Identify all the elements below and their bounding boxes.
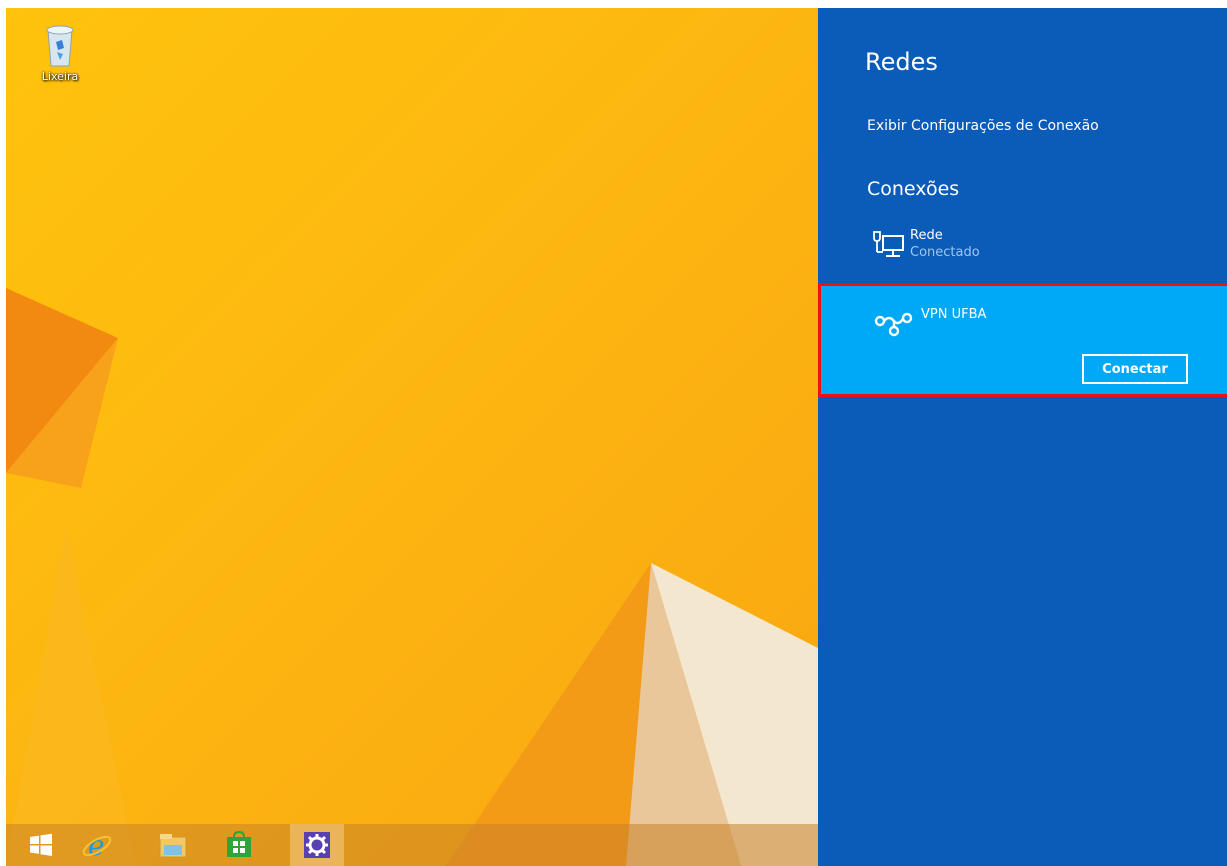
connection-item-rede[interactable]: Rede Conectado <box>867 226 1207 274</box>
settings-gear-icon <box>304 832 330 858</box>
recycle-bin-label: Lixeira <box>41 70 79 83</box>
vpn-icon <box>873 309 915 339</box>
screen: Lixeira e Redes Exibir Configurações de … <box>6 8 1227 866</box>
taskbar: e <box>6 824 818 866</box>
settings-button[interactable] <box>290 824 344 866</box>
connection-item-vpn-ufba[interactable]: VPN UFBA Conectar <box>818 283 1227 397</box>
connection-status: Conectado <box>910 245 980 260</box>
file-explorer-icon <box>159 834 187 858</box>
start-button[interactable] <box>14 824 68 866</box>
wallpaper-wedge <box>6 528 136 866</box>
pane-title: Redes <box>865 48 938 76</box>
windows-store-icon <box>227 831 251 857</box>
connection-name: VPN UFBA <box>921 307 987 322</box>
recycle-bin-icon <box>40 20 80 68</box>
windows-store-button[interactable] <box>212 824 266 866</box>
wallpaper <box>6 288 818 866</box>
view-connection-settings-link[interactable]: Exibir Configurações de Conexão <box>867 118 1099 134</box>
wired-network-icon <box>871 230 905 260</box>
windows-start-icon <box>30 833 52 856</box>
internet-explorer-button[interactable]: e <box>70 824 124 866</box>
recycle-bin[interactable]: Lixeira <box>34 20 86 83</box>
connections-heading: Conexões <box>867 178 960 200</box>
networks-pane: Redes Exibir Configurações de Conexão Co… <box>818 8 1227 866</box>
connection-name: Rede <box>910 228 943 243</box>
connect-button[interactable]: Conectar <box>1082 354 1188 384</box>
internet-explorer-icon: e <box>82 830 112 860</box>
file-explorer-button[interactable] <box>146 824 200 866</box>
desktop[interactable]: Lixeira e <box>6 8 818 866</box>
